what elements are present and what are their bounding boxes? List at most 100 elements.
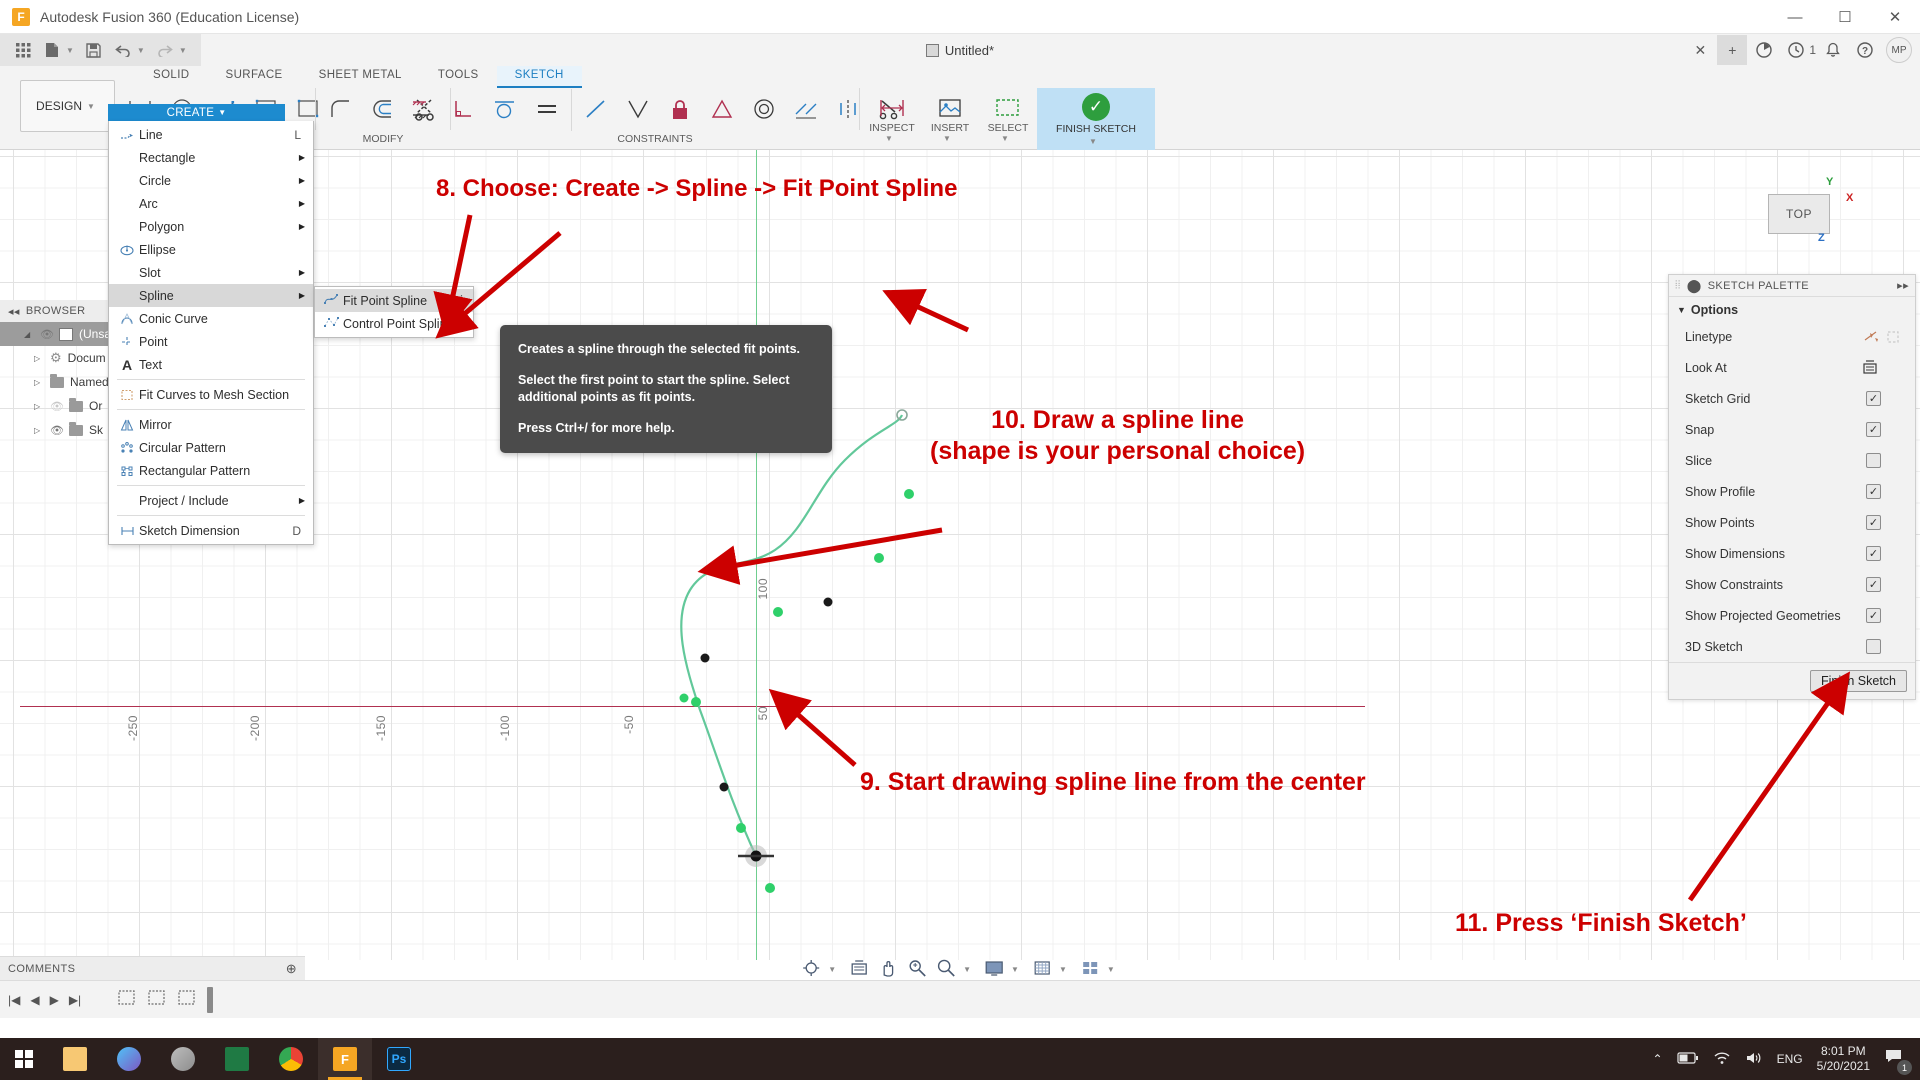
close-button[interactable]: ✕ [1870, 0, 1920, 34]
battery-icon[interactable] [1677, 1052, 1699, 1067]
browser-collapse-icon[interactable]: ◂◂ [8, 305, 20, 318]
insert-button[interactable]: INSERT ▼ [921, 88, 979, 150]
checkbox-slice[interactable] [1866, 453, 1881, 468]
checkbox-sketch-grid[interactable]: ✓ [1866, 391, 1881, 406]
taskbar-chrome[interactable] [264, 1038, 318, 1080]
expand-triangle-icon[interactable]: ▷ [34, 402, 44, 411]
expand-triangle-icon[interactable]: ◢ [24, 330, 34, 339]
taskbar-browser-ball[interactable] [156, 1038, 210, 1080]
menu-item-sketch-dimension[interactable]: Sketch Dimension D [109, 519, 313, 542]
visibility-eye-off-icon[interactable]: 👁 [50, 400, 63, 413]
redo-caret-icon[interactable]: ▼ [179, 46, 187, 55]
drag-handle-icon[interactable]: ⦙⦙ [1675, 279, 1681, 292]
comments-bar[interactable]: COMMENTS ⊕ [0, 956, 305, 980]
help-icon[interactable]: ? [1850, 35, 1880, 65]
timeline-feature-sketch-1[interactable] [117, 989, 137, 1010]
language-indicator[interactable]: ENG [1777, 1052, 1803, 1066]
taskbar-fusion360[interactable]: F [318, 1038, 372, 1080]
view-cube-top-face[interactable]: TOP [1768, 194, 1830, 234]
midpoint-icon[interactable] [617, 89, 659, 131]
palette-row-snap[interactable]: Snap ✓ [1669, 414, 1915, 445]
pan-hand-icon[interactable] [878, 959, 898, 980]
minimize-button[interactable]: — [1770, 0, 1820, 34]
orbit-icon[interactable] [801, 959, 821, 980]
undo-caret-icon[interactable]: ▼ [137, 46, 145, 55]
menu-item-mirror[interactable]: Mirror [109, 413, 313, 436]
spline-fit-points[interactable] [680, 410, 915, 893]
menu-item-ellipse[interactable]: Ellipse [109, 238, 313, 261]
palette-row-linetype[interactable]: Linetype [1669, 321, 1915, 352]
fix-unfix-icon[interactable] [400, 89, 442, 131]
expand-triangle-icon[interactable]: ▷ [34, 426, 44, 435]
fillet-icon[interactable] [320, 89, 362, 131]
tab-sketch[interactable]: SKETCH [497, 66, 582, 88]
timeline-prev-icon[interactable]: ◀ [30, 993, 39, 1007]
checkbox-show-profile[interactable]: ✓ [1866, 484, 1881, 499]
tab-surface[interactable]: SURFACE [208, 66, 301, 88]
checkbox-show-dimensions[interactable]: ✓ [1866, 546, 1881, 561]
wifi-icon[interactable] [1713, 1051, 1731, 1068]
checkbox-show-projected-geometries[interactable]: ✓ [1866, 608, 1881, 623]
checkbox-snap[interactable]: ✓ [1866, 422, 1881, 437]
finish-sketch-ribbon-button[interactable]: ✓ FINISH SKETCH ▼ [1037, 88, 1155, 150]
collinear-icon[interactable] [785, 89, 827, 131]
zoom-icon[interactable] [907, 959, 927, 980]
checkbox-show-constraints[interactable]: ✓ [1866, 577, 1881, 592]
menu-item-arc[interactable]: Arc ▶ [109, 192, 313, 215]
grid-icon[interactable] [10, 37, 36, 63]
menu-item-point[interactable]: Point [109, 330, 313, 353]
tab-solid[interactable]: SOLID [135, 66, 208, 88]
look-at-nav-icon[interactable] [849, 959, 869, 980]
palette-row-show-profile[interactable]: Show Profile ✓ [1669, 476, 1915, 507]
select-button[interactable]: SELECT ▼ [979, 88, 1037, 150]
menu-item-slot[interactable]: Slot ▶ [109, 261, 313, 284]
line-constraint-icon[interactable] [575, 89, 617, 131]
palette-row-show-projected-geometries[interactable]: Show Projected Geometries ✓ [1669, 600, 1915, 631]
visibility-eye-icon[interactable]: 👁 [50, 424, 63, 437]
close-document-tab-button[interactable]: ✕ [1685, 35, 1715, 65]
timeline-first-icon[interactable]: |◀ [8, 993, 20, 1007]
taskbar-photoshop[interactable]: Ps [372, 1038, 426, 1080]
menu-item-conic-curve[interactable]: Conic Curve [109, 307, 313, 330]
tray-expand-chevron-icon[interactable]: ⌃ [1653, 1052, 1663, 1066]
menu-item-rectangular-pattern[interactable]: Rectangular Pattern [109, 459, 313, 482]
tab-tools[interactable]: TOOLS [420, 66, 497, 88]
create-menu-header[interactable]: CREATE ▼ [108, 104, 285, 121]
menu-item-fit-point-spline[interactable]: Fit Point Spline ⋮ [315, 289, 473, 312]
menu-item-project-include[interactable]: Project / Include ▶ [109, 489, 313, 512]
undo-icon[interactable] [110, 37, 136, 63]
grid-snaps-icon[interactable] [1032, 959, 1052, 980]
checkbox-3d-sketch[interactable] [1866, 639, 1881, 654]
timeline-marker[interactable] [207, 987, 213, 1013]
save-icon[interactable] [81, 37, 107, 63]
display-settings-icon[interactable] [984, 959, 1004, 980]
tab-sheet-metal[interactable]: SHEET METAL [301, 66, 420, 88]
document-tab[interactable]: Untitled* [926, 43, 994, 58]
finish-sketch-button[interactable]: Finish Sketch [1810, 670, 1907, 692]
extensions-icon[interactable] [1749, 35, 1779, 65]
zoom-caret-icon[interactable]: ▼ [963, 965, 971, 974]
view-cube[interactable]: TOP Y X Z [1750, 170, 1860, 280]
timeline-play-icon[interactable]: ▶ [50, 993, 59, 1007]
taskbar-paint3d[interactable] [102, 1038, 156, 1080]
sketch-palette-options-section[interactable]: ▼ Options [1669, 297, 1915, 321]
perpendicular-icon[interactable] [442, 89, 484, 131]
menu-item-line[interactable]: Line L [109, 123, 313, 146]
palette-row-3d-sketch[interactable]: 3D Sketch [1669, 631, 1915, 662]
zoom-window-icon[interactable] [936, 959, 956, 980]
menu-item-text[interactable]: A Text [109, 353, 313, 376]
new-file-caret-icon[interactable]: ▼ [66, 46, 74, 55]
maximize-button[interactable]: ☐ [1820, 0, 1870, 34]
palette-row-show-dimensions[interactable]: Show Dimensions ✓ [1669, 538, 1915, 569]
menu-item-control-point-spline[interactable]: Control Point Spline [315, 312, 473, 335]
look-at-icon[interactable] [1859, 359, 1881, 377]
display-caret-icon[interactable]: ▼ [1011, 965, 1019, 974]
palette-row-show-constraints[interactable]: Show Constraints ✓ [1669, 569, 1915, 600]
visibility-eye-icon[interactable]: 👁 [40, 328, 53, 341]
menu-item-circle[interactable]: Circle ▶ [109, 169, 313, 192]
grid-caret-icon[interactable]: ▼ [1059, 965, 1067, 974]
palette-row-sketch-grid[interactable]: Sketch Grid ✓ [1669, 383, 1915, 414]
action-center-icon[interactable]: 1 [1884, 1047, 1908, 1071]
new-file-icon[interactable] [39, 37, 65, 63]
linetype-construction-icon[interactable] [1883, 328, 1905, 346]
